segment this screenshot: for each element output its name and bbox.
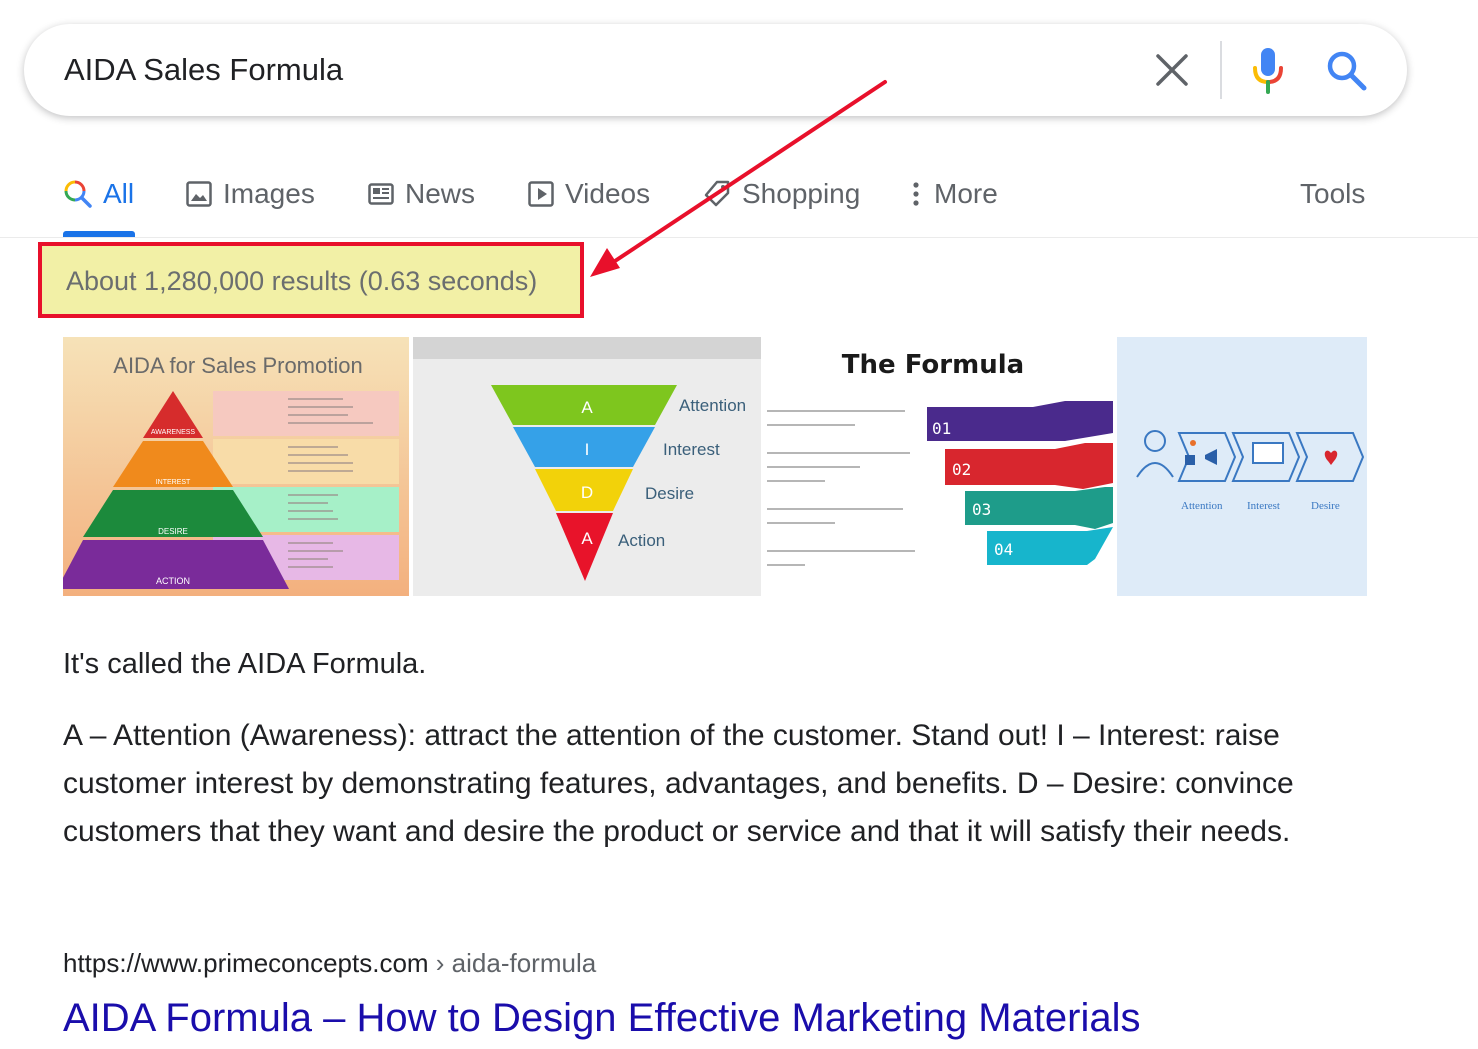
image-result-2[interactable]: A I D A Attention Interest Desire Action [413,337,761,596]
img2-letter-1: A [581,398,593,417]
tab-label: All [103,178,135,209]
tab-label: News [405,178,476,209]
tools-button[interactable]: Tools [1300,174,1365,214]
img4-label-1: Attention [1181,500,1223,512]
image-result-3[interactable]: The Formula 01 02 03 04 [765,337,1113,596]
img2-letter-2: I [585,440,590,459]
search-divider [1220,41,1222,99]
tab-videos[interactable]: Videos [527,174,650,214]
snippet-body: A – Attention (Awareness): attract the a… [63,719,1294,848]
aida-process-image: Attention Interest Desire [1117,337,1367,596]
image-icon [186,181,212,207]
img4-label-2: Interest [1247,500,1280,512]
tab-images[interactable]: Images [185,174,315,214]
img1-level-2: INTEREST [156,479,191,486]
more-vert-icon [913,182,919,206]
search-icon [64,180,92,208]
img1-title: AIDA for Sales Promotion [113,353,362,378]
aida-funnel-image: A I D A Attention Interest Desire Action [413,337,761,596]
result-stats-highlight: About 1,280,000 results (0.63 seconds) [38,242,584,318]
tab-label: Shopping [742,178,861,209]
tab-label: Images [223,178,315,209]
img3-step-2: 02 [952,460,971,479]
image-result-1[interactable]: AIDA for Sales Promotion AWARENESS INTER… [63,337,409,596]
tag-icon [704,180,730,207]
img2-label-2: Interest [663,440,720,459]
img1-level-3: DESIRE [158,527,188,536]
tab-more[interactable]: More [908,174,998,214]
cite-host: https://www.primeconcepts.com [63,948,429,978]
img1-level-4: ACTION [156,576,190,586]
cite-path: › aida-formula [428,948,597,978]
snippet-lead: It's called the AIDA Formula. [63,648,427,680]
close-icon[interactable] [1152,50,1192,90]
tab-shopping[interactable]: Shopping [702,174,860,214]
play-icon [528,181,554,207]
tab-all[interactable]: All [63,174,134,214]
active-tab-indicator [63,231,135,237]
aida-pyramid-image: AIDA for Sales Promotion AWARENESS INTER… [63,337,409,596]
img4-label-3: Desire [1311,500,1340,512]
img2-label-1: Attention [679,396,746,415]
image-pack: AIDA for Sales Promotion AWARENESS INTER… [63,337,1367,596]
tab-label: More [934,178,998,209]
microphone-icon[interactable] [1250,46,1286,94]
search-icon[interactable] [1324,48,1368,92]
tab-label: Videos [565,178,651,209]
img2-letter-3: D [581,483,593,502]
search-tabs: All Images News Videos Shopping More Too… [0,160,1478,238]
img2-label-3: Desire [645,484,694,503]
tab-news[interactable]: News [367,174,475,214]
search-input[interactable] [64,46,1124,94]
img3-step-1: 01 [932,419,951,438]
img2-label-4: Action [618,531,665,550]
img3-step-4: 04 [994,540,1013,559]
result-title-link[interactable]: AIDA Formula – How to Design Effective M… [63,996,1140,1041]
img1-level-1: AWARENESS [151,429,196,436]
img3-step-3: 03 [972,500,991,519]
image-result-4[interactable]: Attention Interest Desire [1117,337,1367,596]
search-box [24,24,1407,116]
newspaper-icon [368,183,394,205]
result-cite[interactable]: https://www.primeconcepts.com › aida-for… [63,948,596,979]
the-formula-image: The Formula 01 02 03 04 [765,337,1113,596]
img2-letter-4: A [581,529,593,548]
tools-label: Tools [1300,178,1366,209]
result-stats: About 1,280,000 results (0.63 seconds) [66,266,538,296]
img3-title: The Formula [842,350,1024,380]
